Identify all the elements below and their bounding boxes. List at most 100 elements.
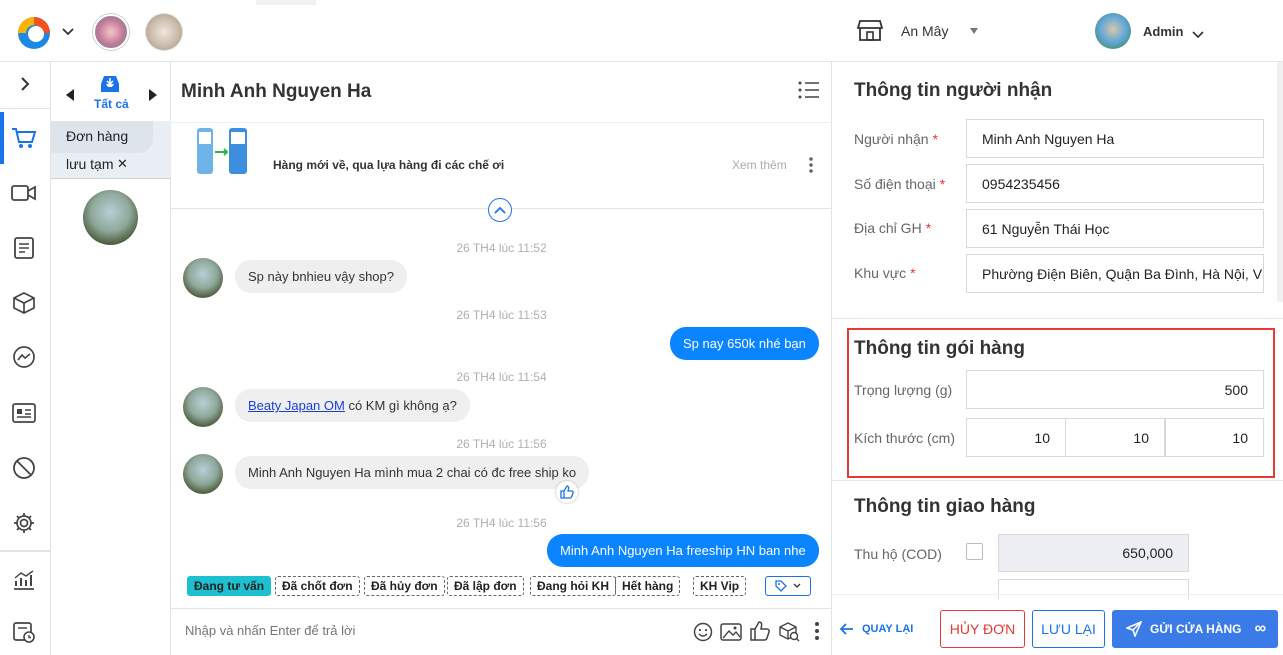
messenger-icon[interactable]: [11, 345, 37, 371]
shop-icon: [856, 18, 884, 47]
prev-filter-icon[interactable]: [66, 89, 74, 101]
tag-da-lap-don[interactable]: Đã lập đơn: [447, 576, 524, 596]
section-divider: [832, 480, 1283, 481]
user-name[interactable]: Admin: [1143, 24, 1183, 39]
settings-gear-icon[interactable]: [11, 510, 37, 536]
contact-card-icon[interactable]: [11, 400, 37, 426]
tag-da-huy-don[interactable]: Đã hủy đơn: [364, 576, 445, 596]
cancel-order-button[interactable]: HỦY ĐƠN: [940, 610, 1025, 648]
required-mark: *: [932, 131, 939, 147]
required-mark: *: [925, 220, 932, 236]
actions-divider: [832, 594, 1283, 595]
tag-dang-tu-van[interactable]: Đang tư vấn: [187, 576, 272, 596]
weight-field[interactable]: 500: [966, 370, 1264, 409]
tag-icon: [775, 580, 787, 592]
length-field[interactable]: 10: [966, 418, 1066, 457]
see-more-link[interactable]: Xem thêm: [732, 158, 787, 172]
shop-selector[interactable]: An Mây: [901, 23, 948, 39]
weight-label: Trọng lượng (g): [854, 382, 953, 398]
pinned-message-text: Hàng mới về, qua lựa hàng đi các chế ơi: [273, 158, 505, 172]
shipping-section-title: Thông tin giao hàng: [854, 496, 1036, 517]
collapse-pinned-icon[interactable]: [488, 198, 512, 222]
recipient-name-field[interactable]: Minh Anh Nguyen Ha: [966, 119, 1264, 158]
like-reaction-icon[interactable]: [556, 481, 578, 503]
expand-sidebar-icon[interactable]: [18, 76, 32, 97]
pinned-more-icon[interactable]: [808, 156, 814, 179]
top-bar: An Mây Admin: [0, 0, 1283, 62]
message-text: có KM gì không ạ?: [344, 398, 457, 413]
caret-down-icon[interactable]: [970, 28, 978, 34]
required-mark: *: [910, 265, 916, 281]
composer-more-icon[interactable]: [814, 621, 820, 646]
close-draft-icon[interactable]: ✕: [117, 156, 128, 172]
message-input[interactable]: [185, 618, 665, 642]
chevron-down-icon[interactable]: [62, 24, 74, 42]
send-icon: [1126, 621, 1142, 637]
like-icon[interactable]: [749, 620, 771, 647]
filter-label[interactable]: Tất cả: [94, 97, 129, 111]
message-timestamp: 26 TH4 lúc 11:52: [456, 241, 547, 255]
package-section-title: Thông tin gói hàng: [854, 338, 1025, 359]
user-avatar[interactable]: [1095, 13, 1131, 49]
more-options-icon[interactable]: ∞: [1255, 620, 1266, 638]
shop-message: Sp nay 650k nhé bạn: [670, 327, 819, 360]
chat-menu-list-icon[interactable]: [798, 80, 820, 105]
composer-divider: [171, 608, 832, 609]
cart-icon[interactable]: [11, 125, 37, 151]
height-field[interactable]: 10: [1165, 418, 1264, 457]
tag-het-hang[interactable]: Hết hàng: [615, 576, 681, 596]
address-label: Địa chỉ GH *: [854, 220, 932, 236]
next-field-partial[interactable]: [998, 579, 1189, 599]
customer-avatar: [183, 258, 223, 298]
area-label: Khu vực *: [854, 265, 916, 281]
panel-scrollbar[interactable]: [1277, 62, 1283, 302]
image-icon[interactable]: [720, 622, 742, 647]
customer-message: Sp này bnhieu vậy shop?: [235, 260, 407, 293]
mention-link[interactable]: Beaty Japan OM: [248, 398, 345, 413]
customer-avatar: [183, 387, 223, 427]
message-timestamp: 26 TH4 lúc 11:56: [456, 437, 547, 451]
next-filter-icon[interactable]: [149, 89, 157, 101]
page-avatar-1[interactable]: [93, 14, 129, 50]
tag-picker-button[interactable]: [765, 576, 811, 596]
chevron-down-icon: [793, 583, 801, 588]
analytics-chart-icon[interactable]: [11, 567, 37, 593]
chat-contact-name: Minh Anh Nguyen Ha: [181, 81, 372, 102]
cod-checkbox[interactable]: [966, 543, 983, 560]
area-field[interactable]: Phường Điện Biên, Quận Ba Đình, Hà Nội, …: [966, 254, 1264, 293]
user-menu-chevron-icon[interactable]: [1192, 27, 1204, 45]
draft-tab-line2: lưu tạm: [66, 156, 114, 172]
box-icon[interactable]: [11, 290, 37, 316]
phone-field[interactable]: 0954235456: [966, 164, 1264, 203]
schedule-icon[interactable]: [11, 619, 37, 645]
recipient-name-label: Người nhận *: [854, 131, 939, 147]
video-icon[interactable]: [11, 180, 37, 206]
customer-message: Beaty Japan OM có KM gì không ạ?: [235, 389, 470, 422]
tag-dang-hoi-kh[interactable]: Đang hỏi KH: [530, 576, 616, 596]
pinned-product-image: [193, 126, 253, 178]
address-field[interactable]: 61 Nguyễn Thái Học: [966, 209, 1264, 248]
block-icon[interactable]: [11, 455, 37, 481]
draft-orders-tab[interactable]: Đơn hàng lưu tạm ✕: [51, 121, 171, 179]
send-to-store-button[interactable]: GỬI CỬA HÀNG ∞: [1112, 610, 1278, 648]
page-avatar-2[interactable]: [146, 14, 182, 50]
tag-kh-vip[interactable]: KH Vip: [693, 576, 747, 596]
tag-da-chot-don[interactable]: Đã chốt đơn: [275, 576, 360, 596]
chat-panel: Minh Anh Nguyen Ha Hàng mới về, qua lựa …: [171, 62, 832, 655]
tab-indicator: [256, 0, 316, 5]
sidebar-divider: [0, 108, 50, 109]
width-field[interactable]: 10: [1065, 418, 1165, 457]
recipient-section-title: Thông tin người nhận: [854, 80, 1053, 101]
product-search-icon[interactable]: [778, 621, 800, 648]
conversation-avatar[interactable]: [83, 190, 138, 245]
inbox-filter-icon[interactable]: [99, 74, 121, 99]
emoji-icon[interactable]: [693, 622, 713, 647]
notes-icon[interactable]: [11, 235, 37, 261]
message-timestamp: 26 TH4 lúc 11:53: [456, 308, 547, 322]
message-timestamp: 26 TH4 lúc 11:56: [456, 516, 547, 530]
save-button[interactable]: LƯU LẠI: [1032, 610, 1105, 648]
order-form-panel: Thông tin người nhận Người nhận * Minh An…: [832, 62, 1283, 655]
back-button[interactable]: QUAY LẠI: [840, 610, 920, 648]
active-indicator: [0, 112, 4, 164]
app-logo-icon[interactable]: [14, 13, 56, 51]
